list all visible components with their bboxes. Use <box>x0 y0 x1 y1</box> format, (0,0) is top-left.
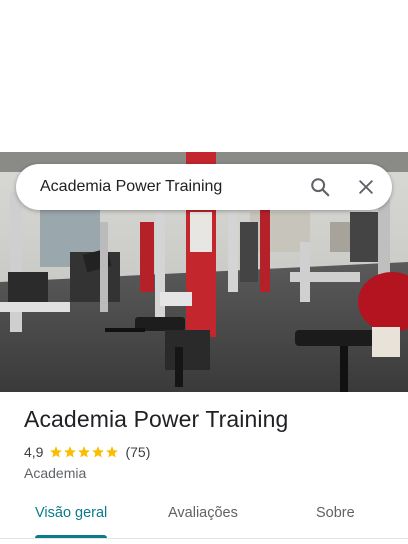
tab-reviews-label: Avaliações <box>168 505 238 521</box>
tab-about[interactable]: Sobre <box>316 494 355 532</box>
rating-stars <box>49 445 119 459</box>
tab-overview[interactable]: Visão geral <box>35 494 108 538</box>
star-icon <box>78 446 91 458</box>
close-icon-glyph <box>359 180 373 194</box>
star-icon <box>50 446 63 458</box>
tabs-divider <box>0 538 408 539</box>
search-icon[interactable] <box>300 167 340 207</box>
search-input[interactable]: Academia Power Training <box>40 178 300 196</box>
star-icon <box>64 446 77 458</box>
tab-about-label: Sobre <box>316 505 355 521</box>
place-title: Academia Power Training <box>24 406 289 432</box>
search-bar[interactable]: Academia Power Training <box>16 164 392 210</box>
tab-overview-label: Visão geral <box>35 505 108 521</box>
review-count[interactable]: (75) <box>125 444 150 460</box>
rating-value: 4,9 <box>24 444 44 460</box>
star-icon <box>92 446 105 458</box>
close-icon[interactable] <box>346 167 386 207</box>
place-category: Academia <box>24 465 87 481</box>
search-icon-glyph <box>311 178 330 197</box>
star-icon <box>106 446 119 458</box>
rating-row[interactable]: 4,9 (75) <box>24 444 150 460</box>
place-tabs: Visão geral Avaliações Sobre <box>0 494 408 538</box>
tab-reviews[interactable]: Avaliações <box>168 494 238 532</box>
